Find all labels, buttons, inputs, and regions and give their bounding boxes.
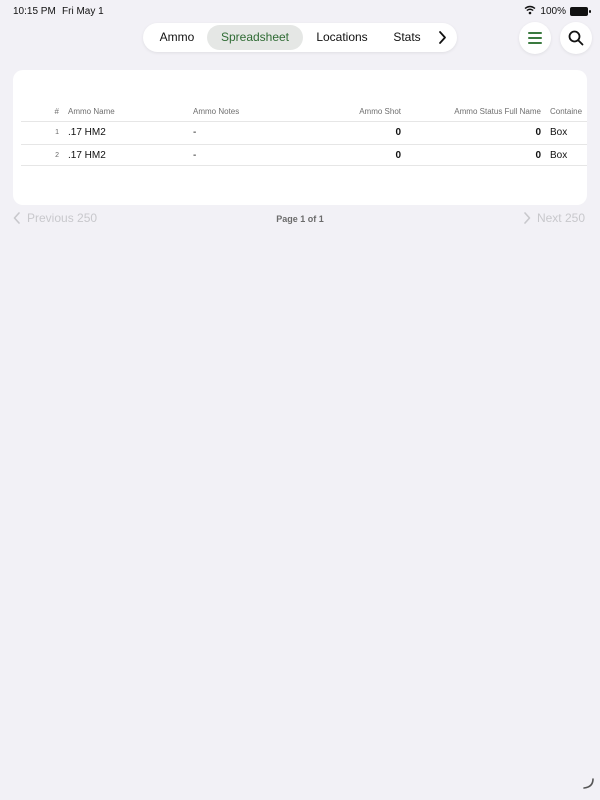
row-index: 2 [55, 152, 59, 159]
next-page-label: Next 250 [536, 211, 585, 225]
cell-ammo-status[interactable]: 0 [431, 122, 541, 144]
column-header-ammo-name[interactable]: Ammo Name [68, 101, 115, 123]
cell-ammo-name[interactable]: .17 HM2 [68, 122, 106, 144]
cell-ammo-status[interactable]: 0 [431, 145, 541, 167]
menu-icon [528, 32, 542, 44]
chevron-right-icon [524, 212, 531, 224]
cell-container[interactable]: Box [550, 145, 567, 167]
pagination: Previous 250 Page 1 of 1 Next 250 [0, 211, 600, 229]
status-bar: 10:15 PM Fri May 1 100% [0, 0, 600, 22]
column-header-index[interactable]: # [41, 101, 59, 123]
column-header-ammo-notes[interactable]: Ammo Notes [193, 101, 239, 123]
search-icon [568, 30, 584, 46]
tab-locations[interactable]: Locations [307, 25, 377, 50]
table-row[interactable]: 2 .17 HM2 - 0 0 Box [21, 144, 587, 166]
status-time: 10:15 PM [13, 6, 56, 17]
tab-bar: Ammo Spreadsheet Locations Stats [143, 23, 457, 52]
column-header-container[interactable]: Containe [550, 101, 582, 123]
cell-ammo-shot[interactable]: 0 [311, 145, 401, 167]
tab-ammo[interactable]: Ammo [148, 25, 206, 50]
table-header: # Ammo Name Ammo Notes Ammo Shot Ammo St… [21, 101, 587, 123]
column-header-ammo-shot[interactable]: Ammo Shot [311, 101, 401, 123]
next-page-button[interactable]: Next 250 [523, 211, 585, 225]
status-date: Fri May 1 [62, 6, 104, 17]
menu-button[interactable] [519, 22, 551, 54]
search-button[interactable] [560, 22, 592, 54]
cell-ammo-shot[interactable]: 0 [311, 122, 401, 144]
battery-icon [570, 7, 591, 16]
battery-percent: 100% [540, 6, 566, 17]
page-info: Page 1 of 1 [276, 214, 324, 224]
cell-ammo-name[interactable]: .17 HM2 [68, 145, 106, 167]
column-header-ammo-status[interactable]: Ammo Status Full Name [431, 101, 541, 123]
tab-spreadsheet[interactable]: Spreadsheet [207, 25, 303, 50]
status-indicators: 100% [524, 5, 591, 18]
cell-container[interactable]: Box [550, 122, 567, 144]
resize-handle-icon[interactable] [582, 776, 594, 794]
tab-stats[interactable]: Stats [381, 25, 433, 50]
spreadsheet-card: # Ammo Name Ammo Notes Ammo Shot Ammo St… [13, 70, 587, 205]
row-index: 1 [55, 129, 59, 136]
wifi-icon [524, 5, 536, 18]
cell-ammo-notes[interactable]: - [193, 145, 196, 167]
chevron-right-icon[interactable] [433, 26, 453, 49]
table-row[interactable]: 1 .17 HM2 - 0 0 Box [21, 121, 587, 143]
cell-ammo-notes[interactable]: - [193, 122, 196, 144]
